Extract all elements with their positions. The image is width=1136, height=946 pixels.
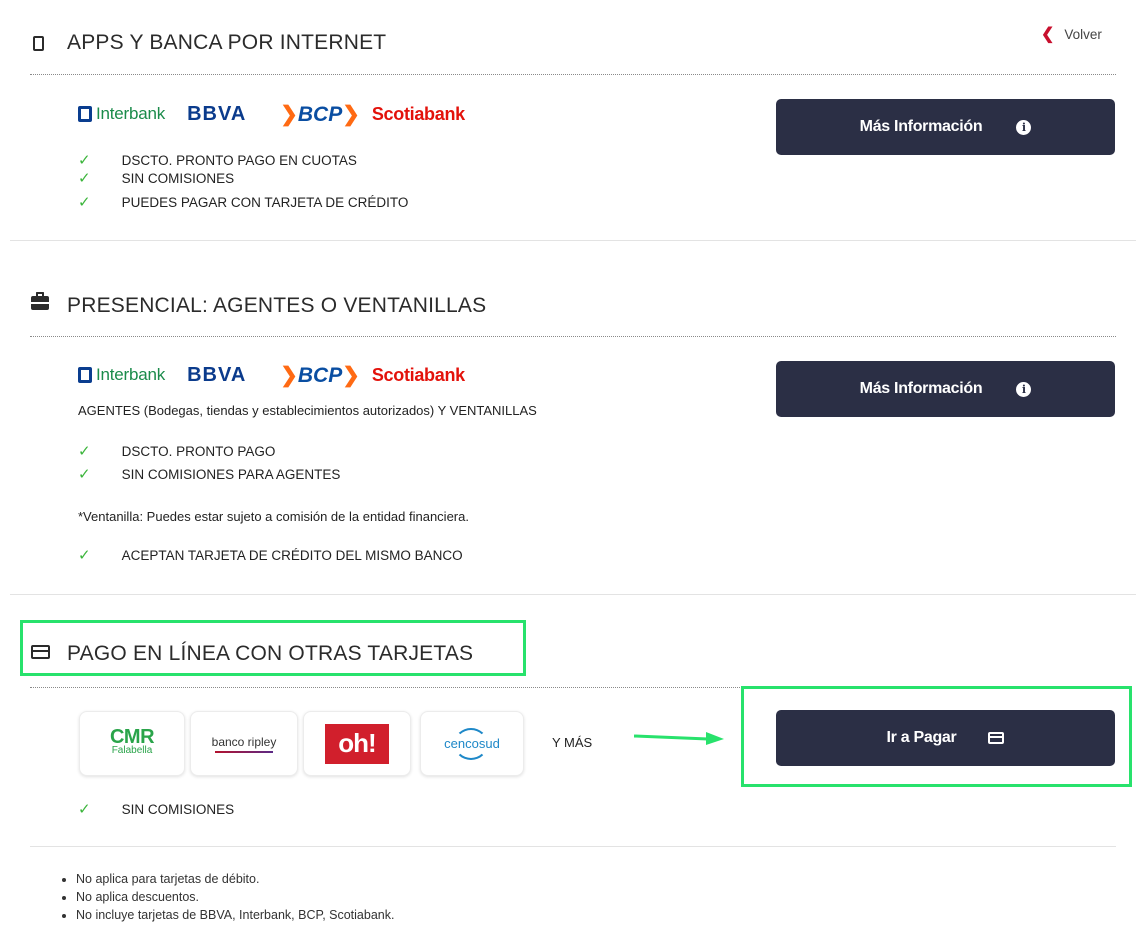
more-info-button[interactable]: Más Información i (776, 361, 1115, 417)
section-title-apps: APPS Y BANCA POR INTERNET (67, 31, 387, 54)
interbank-logo: Interbank (78, 365, 165, 385)
section-separator (10, 240, 1136, 241)
chevron-left-icon: ❮ (1041, 26, 1055, 43)
scotiabank-logo: Scotiabank (371, 103, 465, 124)
divider (30, 336, 1116, 337)
list-item: No incluye tarjetas de BBVA, Interbank, … (76, 906, 394, 924)
bcp-logo: ❯BCP❯ (280, 102, 360, 126)
list-item: ✓ DSCTO. PRONTO PAGO (78, 443, 276, 460)
list-item: No aplica descuentos. (76, 888, 394, 906)
back-link[interactable]: ❮ Volver (1041, 24, 1102, 44)
interbank-logo: Interbank (78, 104, 165, 124)
bcp-logo: ❯BCP❯ (280, 363, 360, 387)
divider (30, 74, 1116, 75)
check-list: ✓ DSCTO. PRONTO PAGO ✓ SIN COMISIONES PARA… (78, 440, 340, 486)
scotiabank-logo: Scotiabank (371, 364, 465, 385)
bbva-logo: BBVA (187, 363, 247, 386)
bank-logos: Interbank BBVA ❯BCP❯ Scotiabank (78, 362, 465, 388)
section-title-online: PAGO EN LÍNEA CON OTRAS TARJETAS (67, 642, 474, 665)
section-separator (10, 594, 1136, 595)
bank-logos: Interbank BBVA ❯BCP❯ Scotiabank (78, 101, 465, 127)
go-to-pay-button[interactable]: Ir a Pagar (776, 710, 1115, 766)
list-item: ✓ SIN COMISIONES (78, 801, 235, 818)
check-list: ✓ DSCTO. PRONTO PAGO EN CUOTAS ✓ SIN COMIS… (78, 149, 408, 215)
banco-ripley-logo: banco ripley (190, 711, 298, 776)
list-item: ✓ ACEPTAN TARJETA DE CRÉDITO DEL MISMO BA… (78, 547, 463, 564)
ventanilla-note: *Ventanilla: Puedes estar sujeto a comis… (78, 509, 469, 524)
cencosud-logo: cencosud (420, 711, 524, 776)
back-label: Volver (1064, 26, 1102, 42)
credit-card-icon (988, 732, 1005, 744)
more-info-button[interactable]: Más Información i (776, 99, 1115, 155)
section-title-presencial: PRESENCIAL: AGENTES O VENTANILLAS (67, 294, 487, 317)
mobile-icon (33, 36, 44, 51)
info-icon: i (1016, 119, 1032, 135)
list-item: ✓ SIN COMISIONES PARA AGENTES (78, 466, 341, 483)
oh-card-logo: oh! (303, 711, 411, 776)
button-label: Ir a Pagar (886, 729, 957, 746)
conditions-list: No aplica para tarjetas de débito. No ap… (58, 870, 394, 924)
agents-text: AGENTES (Bodegas, tiendas y establecimie… (78, 403, 537, 418)
list-item: ✓ PUEDES PAGAR CON TARJETA DE CRÉDITO (78, 194, 409, 211)
briefcase-icon (31, 292, 49, 310)
section-separator (30, 846, 1116, 847)
list-item: No aplica para tarjetas de débito. (76, 870, 394, 888)
info-icon: i (1016, 381, 1032, 397)
more-cards-label: Y MÁS (552, 735, 593, 750)
bbva-logo: BBVA (187, 102, 247, 125)
button-label: Más Información (859, 118, 983, 135)
credit-card-icon (31, 645, 50, 659)
cmr-falabella-logo: CMR Falabella (79, 711, 185, 776)
button-label: Más Información (859, 380, 983, 397)
arrow-right-icon (633, 731, 724, 745)
